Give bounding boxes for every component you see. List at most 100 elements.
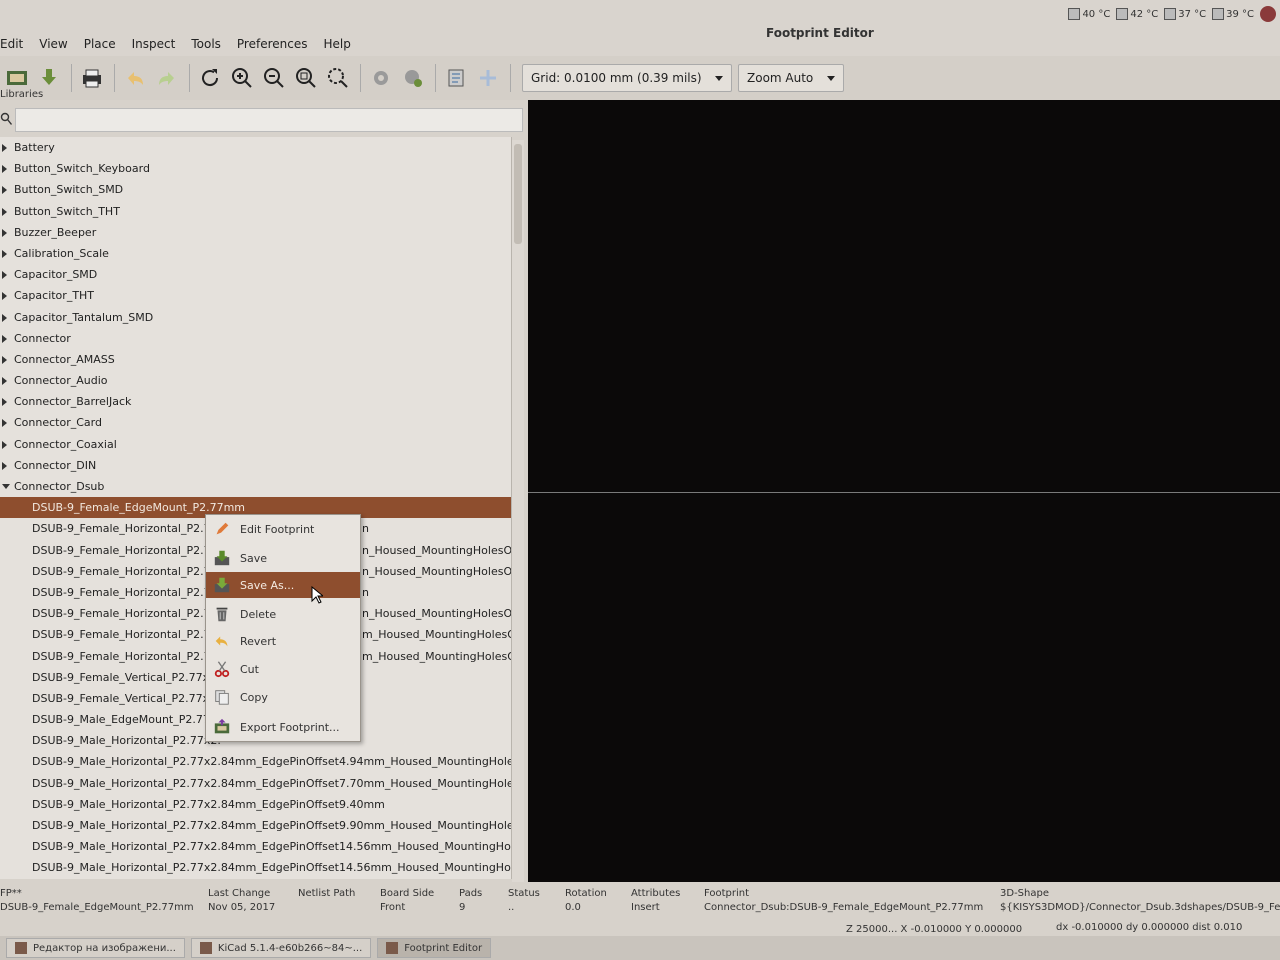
menu-place[interactable]: Place (76, 34, 124, 54)
menu-view[interactable]: View (31, 34, 75, 54)
collapsed-triangle-icon[interactable] (2, 398, 7, 407)
collapsed-triangle-icon[interactable] (2, 228, 7, 237)
search-input[interactable] (15, 108, 523, 132)
menu-help[interactable]: Help (315, 34, 358, 54)
status-footprint: Footprint Connector_Dsub:DSUB-9_Female_Ed… (704, 888, 984, 913)
library-item[interactable]: Connector_DIN (0, 455, 511, 476)
footprint-item-label: DSUB-9_Male_EdgeMount_P2.77mm (32, 713, 232, 727)
footprint-item[interactable]: DSUB-9_Male_Horizontal_P2.77x2.84mm_Edge… (0, 815, 511, 836)
expanded-triangle-icon[interactable] (2, 484, 10, 489)
collapsed-triangle-icon[interactable] (2, 355, 7, 364)
footprint-item-label: DSUB-9_Female_Horizontal_P2.77x (32, 628, 225, 642)
menu-inspect[interactable]: Inspect (124, 34, 184, 54)
toolbar-separator (360, 64, 361, 92)
collapsed-triangle-icon[interactable] (2, 419, 7, 428)
save-icon (212, 548, 232, 568)
taskbar-button[interactable]: Footprint Editor (377, 938, 492, 958)
collapsed-triangle-icon[interactable] (2, 186, 7, 195)
menu-preferences[interactable]: Preferences (229, 34, 316, 54)
taskbar-button[interactable]: Редактор на изображени... (6, 938, 185, 958)
tree-scrollbar[interactable] (512, 140, 524, 882)
footprint-item-label: DSUB-9_Male_Horizontal_P2.77x2.84mm_Edge… (32, 797, 385, 811)
footprint-item[interactable]: DSUB-9_Male_Horizontal_P2.77x2.84mm_Edge… (0, 773, 511, 794)
library-item[interactable]: Button_Switch_THT (0, 201, 511, 222)
menu-item-export-footprint[interactable]: Export Footprint... (206, 714, 360, 740)
zoom-selection-icon[interactable] (323, 63, 353, 93)
collapsed-triangle-icon[interactable] (2, 165, 7, 174)
scissors-icon (212, 659, 232, 679)
taskbar-button-label: Footprint Editor (404, 942, 483, 954)
cpu-chip-icon (1164, 8, 1177, 20)
toolbar-separator (189, 64, 190, 92)
collapsed-triangle-icon[interactable] (2, 440, 7, 449)
footprint-item[interactable]: DSUB-9_Male_Horizontal_P2.77x2.84mm_Edge… (0, 857, 511, 878)
libraries-label: Libraries (0, 89, 44, 100)
menu-item-save[interactable]: Save (206, 545, 360, 571)
menu-item-save-as[interactable]: Save As... (206, 572, 360, 598)
menu-tools[interactable]: Tools (183, 34, 229, 54)
print-icon[interactable] (77, 63, 107, 93)
taskbar-button[interactable]: KiCad 5.1.4-e60b266~84~... (190, 938, 372, 958)
library-item[interactable]: Connector_AMASS (0, 349, 511, 370)
fan-icon[interactable] (1260, 6, 1276, 22)
collapsed-triangle-icon[interactable] (2, 292, 7, 301)
collapsed-triangle-icon[interactable] (2, 461, 7, 470)
footprint-item-label: DSUB-9_Female_Horizontal_P2.77x (32, 543, 225, 557)
zoom-select[interactable]: Zoom Auto (738, 64, 844, 92)
footprint-canvas[interactable] (528, 100, 1280, 882)
library-item[interactable]: Button_Switch_Keyboard (0, 158, 511, 179)
collapsed-triangle-icon[interactable] (2, 313, 7, 322)
library-item[interactable]: Calibration_Scale (0, 243, 511, 264)
zoom-out-icon[interactable] (259, 63, 289, 93)
menu-item-delete[interactable]: Delete (206, 601, 360, 627)
redo-icon[interactable] (152, 63, 182, 93)
library-item[interactable]: Capacitor_Tantalum_SMD (0, 307, 511, 328)
library-item[interactable]: Connector_BarrelJack (0, 391, 511, 412)
status-last-change: Last Change Nov 05, 2017 (208, 888, 276, 913)
menu-item-cut[interactable]: Cut (206, 656, 360, 682)
taskbar-button-label: KiCad 5.1.4-e60b266~84~... (217, 942, 363, 954)
menu-item-copy[interactable]: Copy (206, 684, 360, 710)
pad-settings-icon[interactable] (398, 63, 428, 93)
library-item[interactable]: Capacitor_THT (0, 285, 511, 306)
tray-temp-2: 42 °C (1116, 6, 1158, 22)
menu-item-edit-footprint[interactable]: Edit Footprint (206, 516, 360, 542)
collapsed-triangle-icon[interactable] (2, 377, 7, 386)
taskbar: Редактор на изображени... KiCad 5.1.4-e60… (0, 936, 1280, 960)
library-item[interactable]: Connector (0, 328, 511, 349)
library-item[interactable]: Button_Switch_SMD (0, 179, 511, 200)
library-item[interactable]: Capacitor_SMD (0, 264, 511, 285)
scrollbar-thumb[interactable] (514, 144, 522, 244)
check-footprint-icon[interactable] (441, 63, 471, 93)
footprint-item-label: DSUB-9_Male_Horizontal_P2.77x2.84mm_Edge… (32, 840, 512, 854)
library-item-label: Calibration_Scale (14, 246, 109, 260)
add-icon[interactable] (473, 63, 503, 93)
grid-select[interactable]: Grid: 0.0100 mm (0.39 mils) (522, 64, 732, 92)
status-3d-shape: 3D-Shape ${KISYS3DMOD}/Connector_Dsub.3ds… (1000, 888, 1280, 913)
library-item[interactable]: Battery (0, 137, 511, 158)
library-item[interactable]: Connector_Coaxial (0, 434, 511, 455)
cpu-chip-icon (1068, 8, 1081, 20)
library-item[interactable]: Connector_Dsub (0, 476, 511, 497)
menu-edit[interactable]: Edit (0, 34, 31, 54)
collapsed-triangle-icon[interactable] (2, 271, 7, 280)
collapsed-triangle-icon[interactable] (2, 207, 7, 216)
search-icon (0, 112, 12, 125)
footprint-item[interactable]: DSUB-9_Male_Horizontal_P2.77x2.84mm_Edge… (0, 794, 511, 815)
collapsed-triangle-icon[interactable] (2, 144, 7, 152)
footprint-properties-icon[interactable] (366, 63, 396, 93)
window-title: Footprint Editor (766, 26, 874, 40)
menu-item-revert[interactable]: Revert (206, 628, 360, 654)
collapsed-triangle-icon[interactable] (2, 334, 7, 343)
zoom-in-icon[interactable] (227, 63, 257, 93)
refresh-icon[interactable] (195, 63, 225, 93)
undo-icon[interactable] (120, 63, 150, 93)
copy-icon (212, 687, 232, 707)
footprint-item[interactable]: DSUB-9_Male_Horizontal_P2.77x2.84mm_Edge… (0, 836, 511, 857)
library-item[interactable]: Connector_Audio (0, 370, 511, 391)
library-item[interactable]: Connector_Card (0, 412, 511, 433)
zoom-fit-icon[interactable] (291, 63, 321, 93)
collapsed-triangle-icon[interactable] (2, 249, 7, 258)
library-item[interactable]: Buzzer_Beeper (0, 222, 511, 243)
footprint-item[interactable]: DSUB-9_Male_Horizontal_P2.77x2.84mm_Edge… (0, 751, 511, 772)
